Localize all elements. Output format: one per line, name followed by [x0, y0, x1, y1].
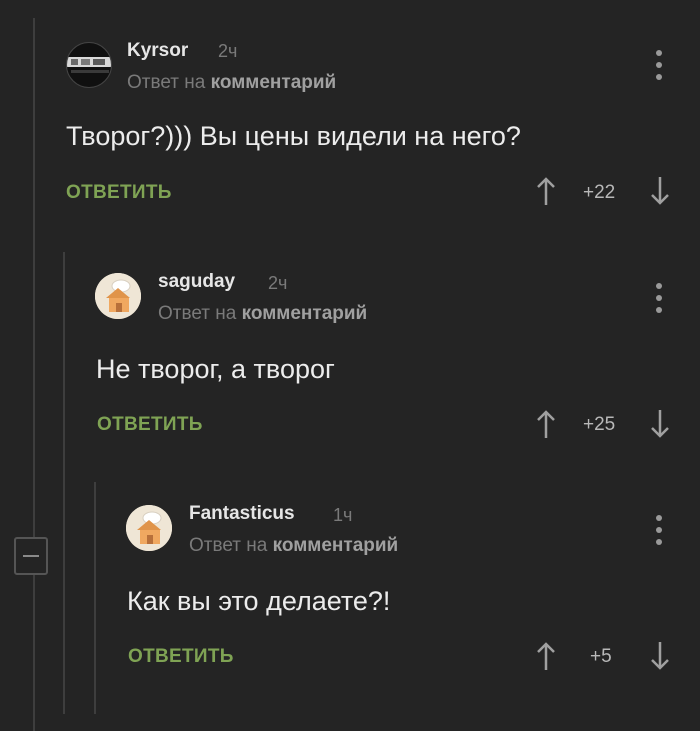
reply-prefix: Ответ на [189, 535, 268, 556]
comment-text: Не творог, а творог [96, 354, 335, 384]
reply-to-meta: Ответ на комментарий [158, 303, 367, 325]
reply-target-link[interactable]: комментарий [273, 535, 399, 556]
comment-time: 2ч [268, 273, 288, 293]
reply-target-link[interactable]: комментарий [211, 72, 337, 93]
reply-to-meta: Ответ на комментарий [189, 535, 398, 557]
arrow-down-icon[interactable] [650, 176, 670, 206]
menu-dot [656, 527, 662, 533]
menu-dot [656, 62, 662, 68]
vote-score: +5 [590, 646, 612, 667]
reply-button[interactable]: ОТВЕТИТЬ [66, 182, 172, 204]
username[interactable]: Kyrsor [127, 40, 188, 62]
comment-menu-button[interactable] [654, 283, 664, 313]
reply-prefix: Ответ на [158, 303, 237, 324]
reply-button[interactable]: ОТВЕТИТЬ [97, 414, 203, 436]
house-avatar-image [95, 273, 141, 319]
comment-menu-button[interactable] [654, 515, 664, 545]
reply-prefix: Ответ на [127, 72, 206, 93]
username[interactable]: saguday [158, 271, 235, 293]
comment-time: 1ч [333, 505, 353, 525]
logo-avatar-image [67, 57, 111, 73]
reply-to-meta: Ответ на комментарий [127, 72, 336, 94]
arrow-down-icon[interactable] [650, 409, 670, 439]
vote-score: +22 [583, 182, 616, 203]
thread-line-level-1[interactable] [33, 18, 35, 731]
collapse-thread-button[interactable] [14, 537, 48, 575]
arrow-up-icon[interactable] [536, 176, 556, 206]
comment-text: Творог?))) Вы цены видели на него? [66, 121, 521, 151]
comment-time: 2ч [218, 41, 238, 61]
reply-button[interactable]: ОТВЕТИТЬ [128, 646, 234, 668]
comment-text: Как вы это делаете?! [127, 586, 391, 616]
menu-dot [656, 307, 662, 313]
username[interactable]: Fantasticus [189, 503, 295, 525]
arrow-down-icon[interactable] [650, 641, 670, 671]
arrow-up-icon[interactable] [536, 641, 556, 671]
house-avatar-image [126, 505, 172, 551]
user-avatar[interactable] [126, 505, 172, 551]
vote-score: +25 [583, 414, 616, 435]
menu-dots-icon [656, 515, 662, 521]
comment-menu-button[interactable] [654, 50, 664, 80]
menu-dots-icon [656, 50, 662, 56]
arrow-up-icon[interactable] [536, 409, 556, 439]
menu-dots-icon [656, 283, 662, 289]
menu-dot [656, 74, 662, 80]
thread-line-level-2[interactable] [63, 252, 65, 714]
reply-target-link[interactable]: комментарий [242, 303, 368, 324]
user-avatar[interactable] [66, 42, 112, 88]
collapse-minus-icon [23, 555, 39, 557]
comment-thread: Kyrsor 2ч Ответ на комментарий Творог?))… [0, 0, 700, 731]
menu-dot [656, 539, 662, 545]
menu-dot [656, 295, 662, 301]
thread-line-level-3[interactable] [94, 482, 96, 714]
user-avatar[interactable] [95, 273, 141, 319]
